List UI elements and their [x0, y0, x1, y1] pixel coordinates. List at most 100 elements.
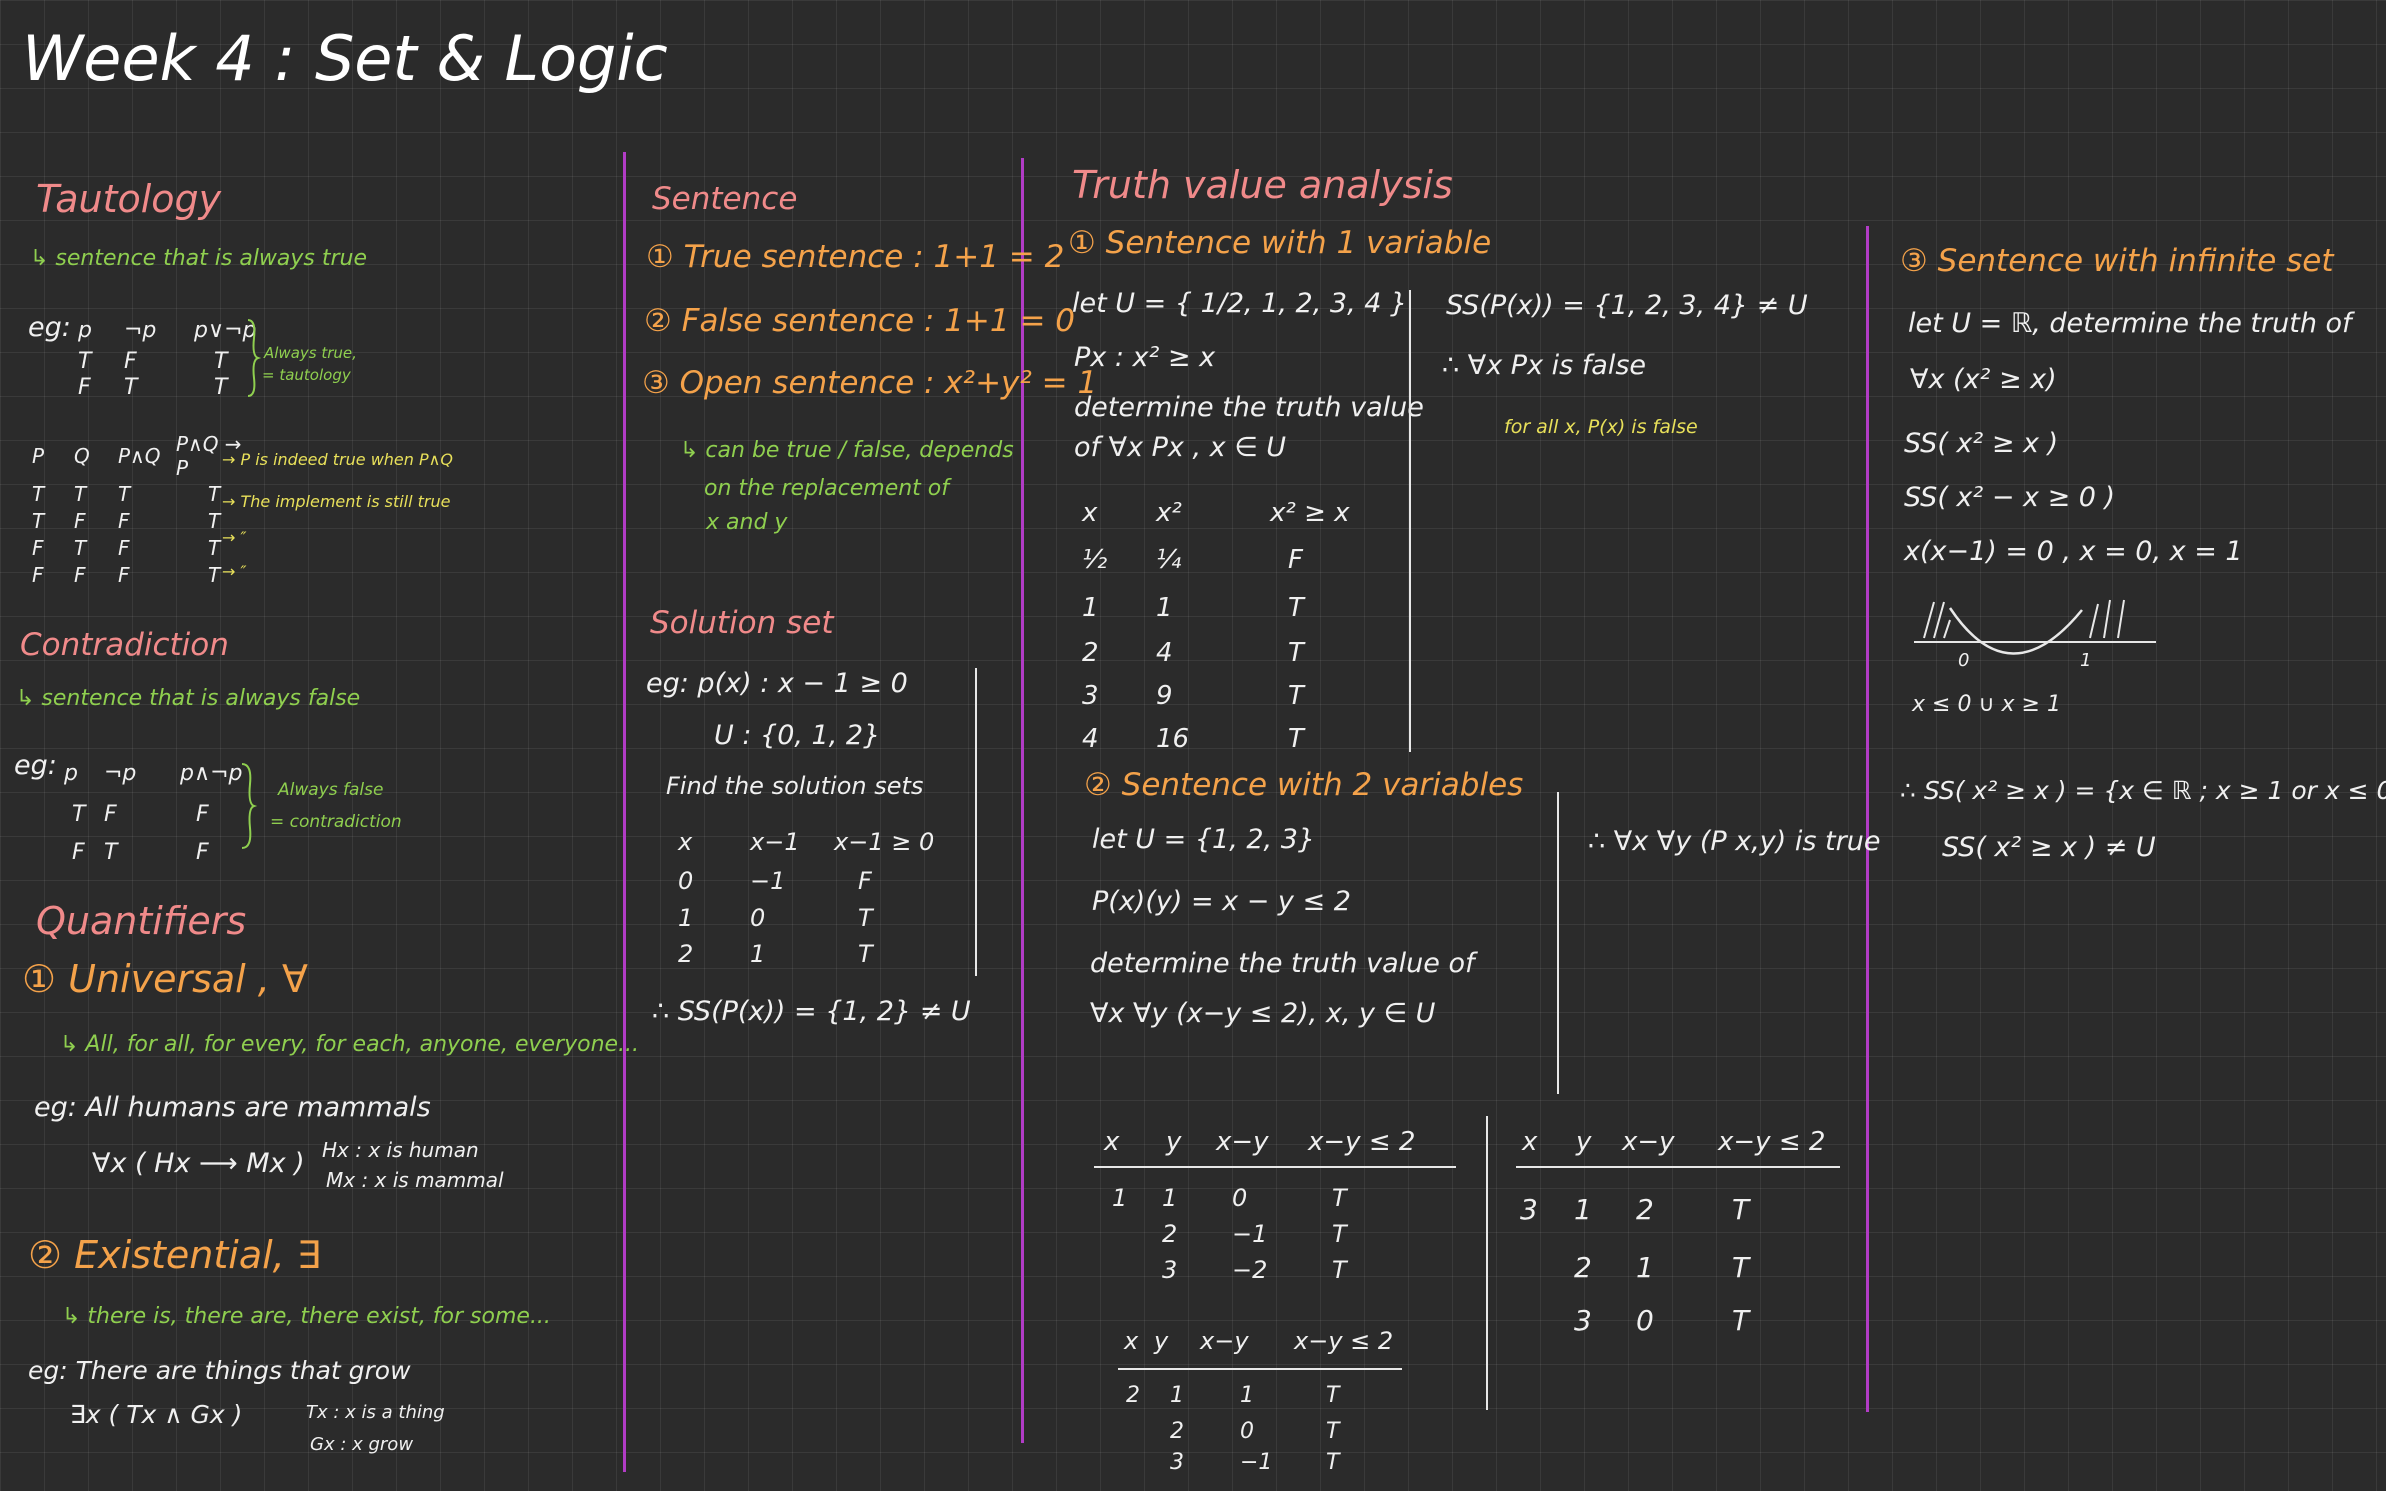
universal-note-2: Mx : x is mammal — [326, 1168, 504, 1192]
solution-set-universe: U : {0, 1, 2} — [714, 720, 881, 751]
table-cell: T — [74, 481, 87, 506]
two-variable-universe: let U = {1, 2, 3} — [1092, 824, 1316, 855]
table-header: x — [1082, 498, 1098, 528]
table-cell: F — [1288, 545, 1303, 575]
table-cell: T — [858, 940, 873, 968]
table-cell: −1 — [1232, 1220, 1268, 1248]
table-cell: T — [1288, 681, 1304, 711]
infinite-set-step-1: SS( x² ≥ x ) — [1904, 428, 2059, 459]
contradiction-eg-label: eg: — [14, 750, 57, 781]
table-cell: 0 — [1240, 1418, 1254, 1444]
table-cell: T — [1288, 593, 1304, 623]
divider-line — [975, 668, 977, 976]
table-cell: T — [1732, 1250, 1750, 1284]
one-variable-instruction-2: of ∀x Px , x ∈ U — [1074, 432, 1287, 463]
table-cell: 2 — [678, 940, 694, 968]
table-cell: 1 — [678, 904, 694, 932]
table-header: Q — [74, 444, 90, 468]
table-cell: T — [1288, 724, 1304, 754]
implication-note-3: → ″ — [222, 528, 247, 547]
table-cell: T — [1732, 1303, 1750, 1337]
table-cell: T — [78, 348, 92, 374]
table-header: y — [1154, 1327, 1169, 1355]
one-variable-instruction-1: determine the truth value — [1074, 392, 1424, 423]
solution-set-conclusion: ∴ SS(P(x)) = {1, 2} ≠ U — [652, 996, 971, 1027]
open-sentence-note-2: on the replacement of — [704, 476, 949, 501]
table-cell: −2 — [1232, 1256, 1268, 1284]
divider-line — [1557, 792, 1559, 1094]
solution-set-heading: Solution set — [650, 605, 834, 641]
universal-heading: ① Universal , ∀ — [22, 957, 308, 1001]
table-cell: T — [1326, 1382, 1340, 1408]
graph-root-one: 1 — [2080, 650, 2092, 671]
contradiction-note-1: Always false — [278, 780, 384, 800]
two-variable-table-header-2: x y x−y x−y ≤ 2 — [1124, 1322, 1414, 1360]
truth-value-heading: Truth value analysis — [1072, 163, 1453, 207]
one-variable-conclusion: ∴ ∀x Px is false — [1442, 350, 1647, 381]
one-variable-predicate: Px : x² ≥ x — [1074, 342, 1216, 373]
infinite-set-heading: ③ Sentence with infinite set — [1900, 243, 2334, 279]
two-variable-table-1: 1 1 0 T 2 −1 T 3 −2 T — [1112, 1180, 1347, 1288]
brace-icon — [247, 319, 262, 397]
table-header: x−y — [1216, 1127, 1269, 1157]
table-cell: 3 — [1082, 681, 1099, 711]
table-header: x−y ≤ 2 — [1308, 1127, 1416, 1157]
parabola-graph-icon — [1914, 599, 2156, 655]
table-cell: 3 — [1170, 1449, 1184, 1475]
table-cell: F — [32, 562, 44, 587]
table-cell: 1 — [1170, 1382, 1184, 1408]
table-cell: F — [72, 839, 85, 865]
table-cell — [1126, 1448, 1170, 1476]
table-cell: 1 — [1156, 593, 1173, 623]
table-cell: F — [104, 801, 117, 827]
table-cell: 3 — [1520, 1192, 1538, 1226]
divider-line — [1516, 1166, 1840, 1168]
false-sentence: ② False sentence : 1+1 = 0 — [644, 303, 1076, 339]
table-header: y — [1166, 1127, 1182, 1157]
table-header: x² ≥ x — [1270, 498, 1350, 528]
table-header: P∧Q — [118, 444, 161, 468]
table-cell: 16 — [1156, 724, 1190, 754]
table-cell: 0 — [1636, 1303, 1654, 1337]
divider-line — [1409, 290, 1411, 752]
table-cell: T — [1288, 638, 1304, 668]
graph-root-zero: 0 — [1958, 650, 1970, 671]
divider-line — [1094, 1166, 1456, 1168]
table-cell — [1126, 1414, 1170, 1448]
solution-set-table: x x−1 x−1 ≥ 0 0 −1 F 1 0 T 2 1 T — [678, 822, 944, 972]
tautology-eg-label: eg: — [28, 312, 71, 343]
implication-note-4: → ″ — [222, 562, 247, 581]
table-cell: T — [32, 508, 45, 533]
table-cell: F — [124, 348, 137, 374]
table-cell: F — [74, 562, 86, 587]
universal-definition: ↳ All, for all, for every, for each, any… — [60, 1032, 640, 1057]
implication-note-2: → The implement is still true — [222, 492, 451, 511]
divider-line — [1486, 1116, 1488, 1410]
open-sentence: ③ Open sentence : x²+y² = 1 — [642, 365, 1098, 401]
table-cell: T — [858, 904, 873, 932]
two-variable-expression: ∀x ∀y (x−y ≤ 2), x, y ∈ U — [1090, 998, 1436, 1029]
table-cell: T — [1326, 1449, 1340, 1475]
sentence-heading: Sentence — [652, 181, 798, 217]
open-sentence-note-3: x and y — [706, 510, 788, 535]
column-divider-2 — [1021, 158, 1024, 1443]
table-cell — [1520, 1238, 1574, 1296]
table-header: x — [678, 828, 693, 856]
infinite-set-step-2: SS( x² − x ≥ 0 ) — [1904, 482, 2116, 513]
table-cell: F — [118, 535, 130, 560]
table-cell: F — [32, 535, 44, 560]
tautology-table-1: p ¬p p∨¬p T F T F T T — [78, 312, 274, 400]
table-cell: 0 — [678, 867, 694, 895]
table-cell: T — [124, 374, 138, 400]
page-title: Week 4 : Set & Logic — [22, 22, 668, 95]
table-cell: T — [72, 801, 86, 827]
table-cell: 0 — [750, 904, 766, 932]
two-variable-instruction: determine the truth value of — [1090, 948, 1475, 979]
table-cell: 1 — [1082, 593, 1099, 623]
table-header: P — [32, 444, 45, 468]
divider-line — [1118, 1368, 1402, 1370]
two-variable-predicate: P(x)(y) = x − y ≤ 2 — [1092, 886, 1351, 917]
implication-note-1: → P is indeed true when P∧Q — [222, 450, 453, 469]
table-header: p — [78, 317, 92, 343]
table-cell — [1520, 1296, 1574, 1344]
